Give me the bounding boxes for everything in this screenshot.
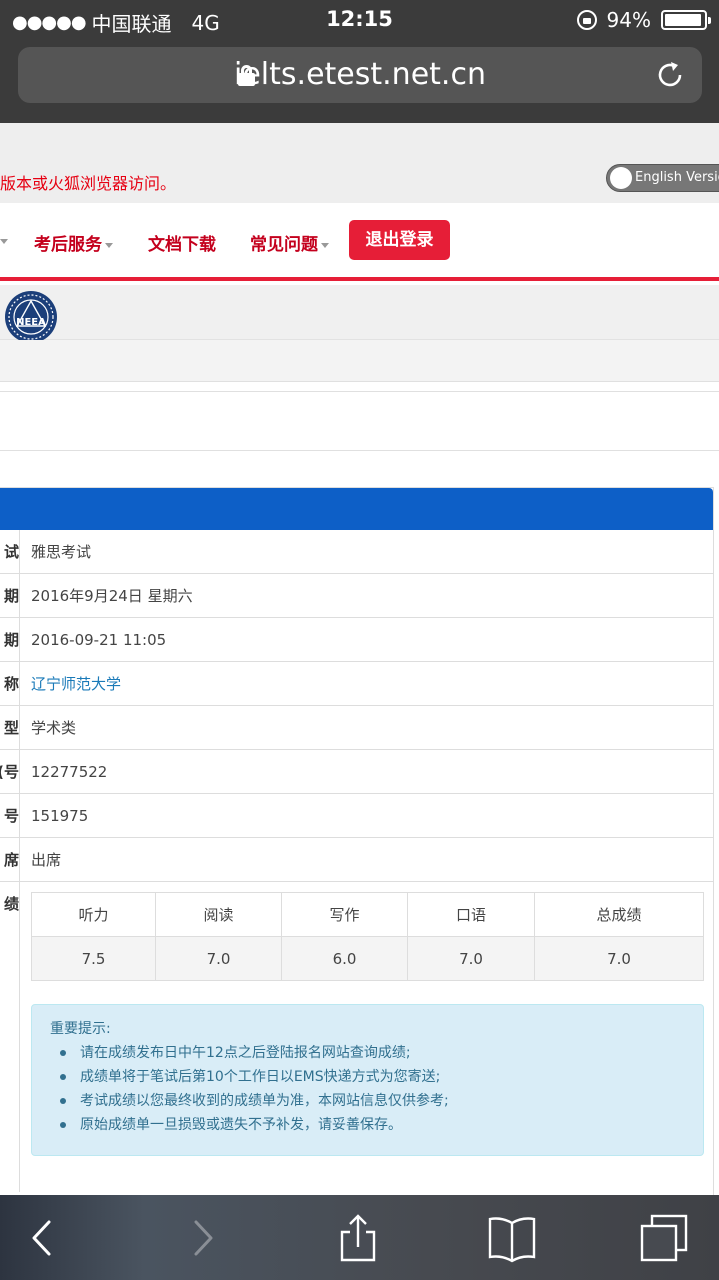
row-key: 号) <box>0 750 20 794</box>
battery-percent: 94% <box>606 8 651 32</box>
score-speaking: 7.0 <box>407 936 535 981</box>
list-item: 考试成绩以您最终收到的成绩单为准，本网站信息仅供参考; <box>60 1089 449 1113</box>
back-icon[interactable] <box>17 1213 67 1263</box>
bookmarks-icon[interactable] <box>487 1213 537 1263</box>
forward-icon[interactable] <box>178 1213 228 1263</box>
breadcrumb-band <box>0 340 719 382</box>
row-value: 151975 <box>31 807 89 825</box>
exam-info-rows: 试雅思考试 期 2016年9月24日 星期六 期 2016-09-21 11:05 … <box>0 530 713 1192</box>
score-writing: 6.0 <box>281 936 408 981</box>
table-row: 期 2016-09-21 11:05 <box>0 618 713 662</box>
english-version-toggle[interactable]: English Versio <box>606 164 719 192</box>
table-row: 号 151975 <box>0 794 713 838</box>
row-key: 期 <box>0 574 20 618</box>
score-table: 听力 阅读 写作 口语 总成绩 7.5 7.0 6.0 7.0 7.0 <box>31 892 704 981</box>
score-header-reading: 阅读 <box>155 892 282 937</box>
share-icon[interactable] <box>333 1213 383 1263</box>
table-row: 席出席 <box>0 838 713 882</box>
logo-text: NEEA <box>16 317 46 328</box>
row-key: 型 <box>0 706 20 750</box>
row-key: 试 <box>0 530 20 574</box>
toggle-knob <box>610 167 632 189</box>
row-key: 绩 <box>0 882 20 1192</box>
row-value: 12277522 <box>31 763 108 781</box>
score-header-row: 听力 阅读 写作 口语 总成绩 <box>31 892 704 937</box>
row-value: 雅思考试 <box>31 543 92 561</box>
panel-header <box>0 488 713 530</box>
score-reading: 7.0 <box>155 936 282 981</box>
notice-list: 请在成绩发布日中午12点之后登陆报名网站查询成绩; 成绩单将于笔试后第10个工作… <box>60 1041 449 1137</box>
score-value-row: 7.5 7.0 6.0 7.0 7.0 <box>31 936 704 981</box>
chevron-down-icon <box>321 242 329 248</box>
score-header-overall: 总成绩 <box>534 892 704 937</box>
list-item: 请在成绩发布日中午12点之后登陆报名网站查询成绩; <box>60 1041 449 1065</box>
score-overall: 7.0 <box>534 936 704 981</box>
important-notice: 重要提示: 请在成绩发布日中午12点之后登陆报名网站查询成绩; 成绩单将于笔试后… <box>31 1004 704 1156</box>
chevron-down-icon <box>105 242 113 248</box>
browser-toolbar <box>0 1195 719 1280</box>
test-center-link[interactable]: 辽宁师范大学 <box>31 662 121 706</box>
status-right: 94% <box>576 8 711 32</box>
score-panel: 试雅思考试 期 2016年9月24日 星期六 期 2016-09-21 11:05 … <box>0 487 714 1195</box>
nav-item-label: 文档下载 <box>148 235 216 255</box>
nav-item-label: 常见问题 <box>250 235 318 255</box>
spacer-band <box>0 391 719 451</box>
browser-notice: 版本或火狐浏览器访问。 <box>0 174 177 193</box>
nav-item-downloads[interactable]: 文档下载 <box>148 230 216 255</box>
row-key: 席 <box>0 838 20 882</box>
row-value: 2016年9月24日 星期六 <box>31 587 193 605</box>
table-row: 期 2016年9月24日 星期六 <box>0 574 713 618</box>
score-header-listening: 听力 <box>31 892 156 937</box>
top-notice-strip: 版本或火狐浏览器访问。 English Versio <box>0 123 719 203</box>
row-key: 称 <box>0 662 20 706</box>
logout-button[interactable]: 退出登录 <box>349 220 450 260</box>
nav-item-after-exam[interactable]: 考后服务 <box>34 230 113 255</box>
english-version-label: English Versio <box>635 170 719 185</box>
web-page: 版本或火狐浏览器访问。 English Versio 考后服务 文档下载 常见问… <box>0 123 719 1195</box>
main-nav: 考后服务 文档下载 常见问题 退出登录 <box>0 203 719 281</box>
logo-band: NEEA <box>0 285 719 343</box>
score-header-writing: 写作 <box>281 892 408 937</box>
list-item: 成绩单将于笔试后第10个工作日以EMS快递方式为您寄送; <box>60 1065 449 1089</box>
score-header-speaking: 口语 <box>407 892 535 937</box>
notice-title: 重要提示: <box>50 1021 111 1037</box>
score-row: 绩 听力 阅读 写作 口语 总成绩 7.5 7.0 6.0 7.0 7.0 重要… <box>0 882 713 1192</box>
neea-logo: NEEA <box>5 291 57 343</box>
table-row: 号) 12277522 <box>0 750 713 794</box>
row-value: 出席 <box>31 851 62 869</box>
rotation-lock-icon <box>576 10 597 30</box>
nav-item-label: 考后服务 <box>34 235 102 255</box>
chevron-down-icon[interactable] <box>0 239 8 244</box>
browser-chrome: ●●●●● 中国联通 4G 12:15 94% ielts.etest.net.… <box>0 0 719 123</box>
row-key: 期 <box>0 618 20 662</box>
address-bar[interactable]: ielts.etest.net.cn <box>18 47 702 103</box>
list-item: 原始成绩单一旦损毁或遗失不予补发，请妥善保存。 <box>60 1113 449 1137</box>
status-bar: ●●●●● 中国联通 4G 12:15 94% <box>0 0 719 40</box>
row-value: 学术类 <box>31 719 77 737</box>
nav-item-faq[interactable]: 常见问题 <box>250 230 329 255</box>
table-row: 型学术类 <box>0 706 713 750</box>
reload-icon[interactable] <box>654 59 686 91</box>
battery-fill <box>665 14 701 26</box>
table-row: 试雅思考试 <box>0 530 713 574</box>
score-listening: 7.5 <box>31 936 156 981</box>
row-key: 号 <box>0 794 20 838</box>
table-row: 称辽宁师范大学 <box>0 662 713 706</box>
battery-icon <box>661 10 711 30</box>
url-host: ielts.etest.net.cn <box>234 57 486 92</box>
row-value: 2016-09-21 11:05 <box>31 631 167 649</box>
tabs-icon[interactable] <box>639 1213 689 1263</box>
